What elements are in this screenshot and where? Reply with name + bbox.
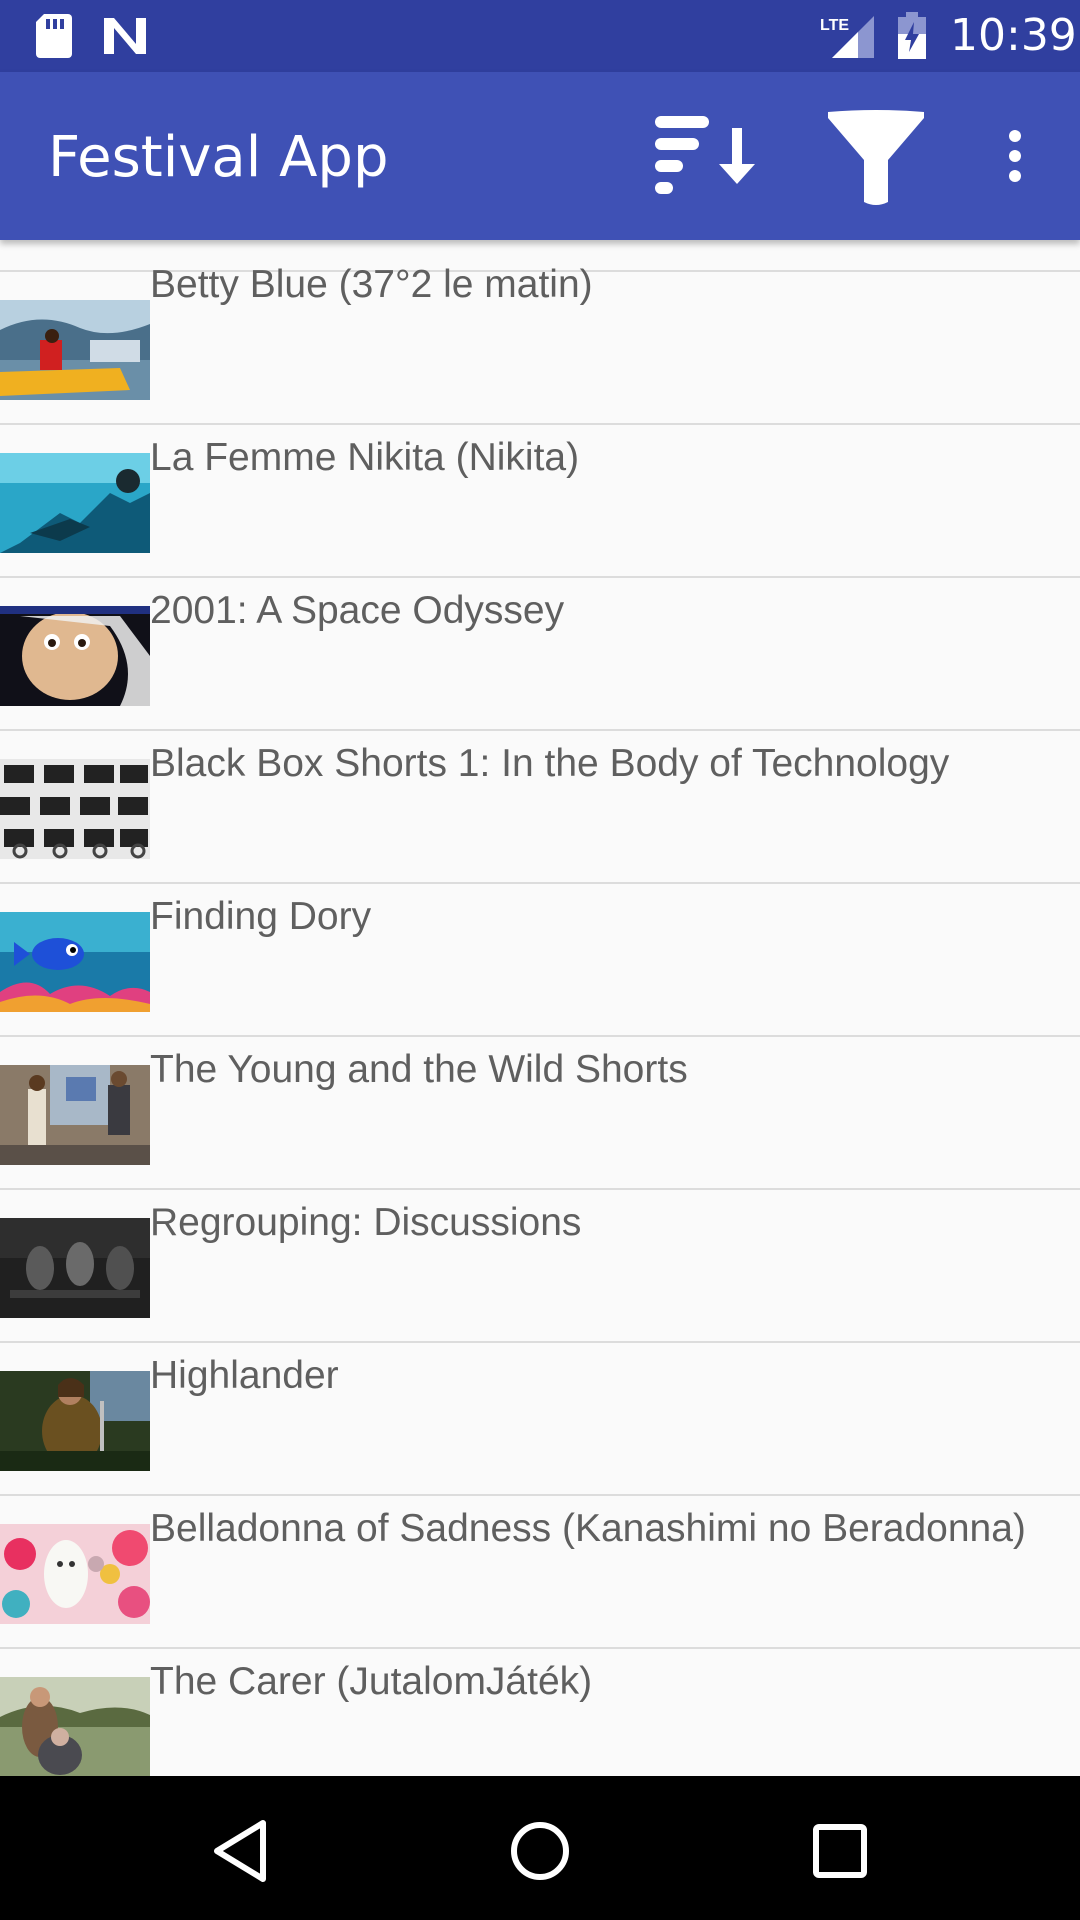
film-thumbnail bbox=[0, 912, 150, 1012]
film-title: 2001: A Space Odyssey bbox=[150, 589, 565, 632]
filter-icon bbox=[828, 110, 924, 205]
lte-label: LTE bbox=[820, 17, 849, 34]
film-thumbnail bbox=[0, 300, 150, 400]
status-clock: 10:39 bbox=[950, 10, 1077, 61]
more-vert-icon bbox=[1009, 130, 1021, 182]
film-title: La Femme Nikita (Nikita) bbox=[150, 436, 580, 479]
more-options-button[interactable] bbox=[980, 108, 1050, 204]
n-logo-icon bbox=[104, 18, 146, 54]
film-row[interactable]: Finding Dory bbox=[0, 884, 1080, 1037]
home-button[interactable] bbox=[495, 1806, 585, 1896]
film-row[interactable]: Betty Blue (37°2 le matin) bbox=[0, 263, 1080, 425]
film-title: Highlander bbox=[150, 1354, 339, 1397]
home-icon bbox=[511, 1822, 569, 1880]
film-thumbnail bbox=[0, 606, 150, 706]
film-title: Finding Dory bbox=[150, 895, 372, 938]
film-title: Regrouping: Discussions bbox=[150, 1201, 582, 1244]
sd-card-icon bbox=[36, 14, 72, 58]
film-row[interactable]: The Carer (JutalomJáték) bbox=[0, 1649, 1080, 1776]
film-thumbnail bbox=[0, 759, 150, 859]
app-bar: Festival App bbox=[0, 72, 1080, 240]
film-row[interactable]: Regrouping: Discussions bbox=[0, 1190, 1080, 1343]
film-thumbnail bbox=[0, 453, 150, 553]
film-title: The Young and the Wild Shorts bbox=[150, 1048, 688, 1091]
film-title: The Carer (JutalomJáték) bbox=[150, 1660, 593, 1703]
film-thumbnail bbox=[0, 1371, 150, 1471]
film-thumbnail bbox=[0, 1677, 150, 1776]
film-thumbnail bbox=[0, 1218, 150, 1318]
back-icon bbox=[214, 1820, 266, 1882]
recents-button[interactable] bbox=[795, 1806, 885, 1896]
film-thumbnail bbox=[0, 1065, 150, 1165]
film-row[interactable]: La Femme Nikita (Nikita) bbox=[0, 425, 1080, 578]
film-row[interactable]: Black Box Shorts 1: In the Body of Techn… bbox=[0, 731, 1080, 884]
film-title: Belladonna of Sadness (Kanashimi no Bera… bbox=[150, 1507, 1026, 1550]
film-row[interactable]: 2001: A Space Odyssey bbox=[0, 578, 1080, 731]
back-button[interactable] bbox=[196, 1806, 286, 1896]
page-title: Festival App bbox=[48, 125, 389, 190]
film-row[interactable]: Highlander bbox=[0, 1343, 1080, 1496]
filter-button[interactable] bbox=[814, 102, 938, 214]
film-row[interactable]: Belladonna of Sadness (Kanashimi no Bera… bbox=[0, 1496, 1080, 1649]
film-row[interactable]: The Young and the Wild Shorts bbox=[0, 1037, 1080, 1190]
film-list[interactable]: Betty Blue (37°2 le matin) La Femme Niki… bbox=[0, 240, 1080, 1776]
recents-icon bbox=[813, 1824, 867, 1878]
film-title: Black Box Shorts 1: In the Body of Techn… bbox=[150, 742, 950, 785]
navigation-bar bbox=[0, 1776, 1080, 1920]
lte-signal-icon: LTE bbox=[820, 16, 874, 58]
film-thumbnail bbox=[0, 1524, 150, 1624]
film-title: Betty Blue (37°2 le matin) bbox=[150, 263, 593, 306]
status-bar: LTE 10:39 bbox=[0, 0, 1080, 72]
sort-icon bbox=[655, 116, 755, 194]
battery-charging-icon bbox=[898, 12, 926, 59]
sort-button[interactable] bbox=[640, 108, 770, 204]
